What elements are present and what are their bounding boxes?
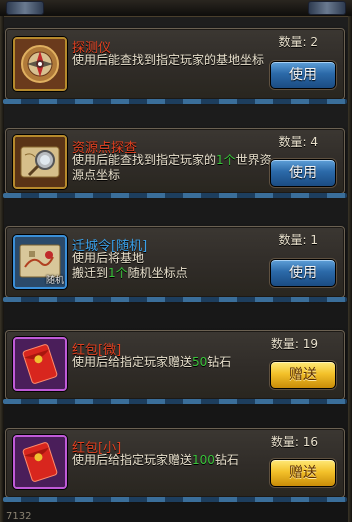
item-quantity: 数量: 19 (270, 337, 318, 351)
top-border (0, 0, 352, 17)
item-card-resource-probe: 资源点探查 使用后能查找到指定玩家的1个世界资源点坐标 数量: 4 使用 (3, 128, 347, 198)
item-quantity: 数量: 1 (278, 233, 319, 247)
gift-button[interactable]: 赠送 (270, 459, 336, 487)
red-envelope-icon (13, 435, 67, 489)
corner-ornament-right (308, 1, 346, 15)
compass-icon (13, 37, 67, 91)
use-button[interactable]: 使用 (270, 259, 336, 287)
item-list-panel: 探测仪 使用后能查找到指定玩家的基地坐标 数量: 2 使用 资源点探查 使用后能… (0, 0, 352, 522)
item-description: 使用后给指定玩家赠送100钻石 (72, 453, 239, 467)
red-envelope-icon (13, 337, 67, 391)
corner-ornament-left (6, 1, 44, 15)
use-button[interactable]: 使用 (270, 159, 336, 187)
gift-button[interactable]: 赠送 (270, 361, 336, 389)
use-button[interactable]: 使用 (270, 61, 336, 89)
item-card-probe: 探测仪 使用后能查找到指定玩家的基地坐标 数量: 2 使用 (3, 28, 347, 104)
footer-number: 7132 (6, 511, 32, 522)
item-quantity: 数量: 4 (278, 135, 319, 149)
item-quantity: 数量: 16 (270, 435, 318, 449)
random-tag: 随机 (45, 276, 64, 286)
item-quantity: 数量: 2 (278, 35, 319, 49)
item-description: 使用后给指定玩家赠送50钻石 (72, 355, 232, 369)
item-card-relocate: 随机 迁城令[随机] 使用后将基地 搬迁到1个随机坐标点 数量: 1 使用 (3, 226, 347, 302)
item-description: 使用后能查找到指定玩家的1个世界资源点坐标 (72, 153, 272, 182)
item-card-red-envelope-micro: 红包[微] 使用后给指定玩家赠送50钻石 数量: 19 赠送 (3, 330, 347, 404)
right-border (348, 16, 352, 522)
left-border (0, 16, 4, 522)
item-description: 使用后将基地 搬迁到1个随机坐标点 (72, 251, 188, 280)
item-description: 使用后能查找到指定玩家的基地坐标 (72, 53, 265, 67)
relocate-map-icon: 随机 (13, 235, 67, 289)
item-card-red-envelope-small: 红包[小] 使用后给指定玩家赠送100钻石 数量: 16 赠送 (3, 428, 347, 502)
map-scroll-icon (13, 135, 67, 189)
